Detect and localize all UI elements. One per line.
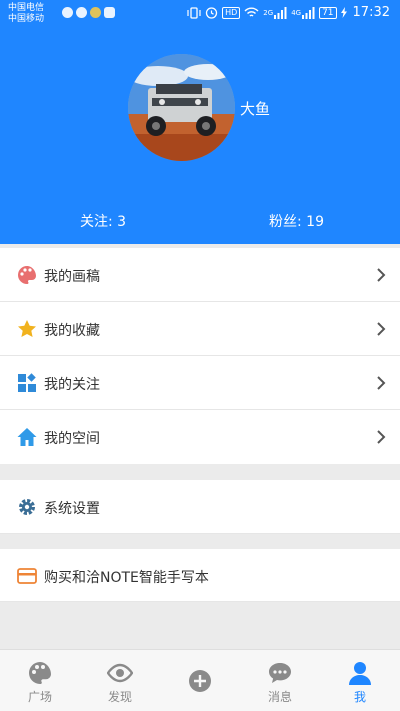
carrier-2: 中国移动: [8, 14, 45, 24]
menu-item-label: 我的关注: [44, 377, 100, 393]
username: 大鱼: [240, 100, 271, 118]
net-2g-label: 2G: [263, 8, 274, 17]
card-icon: [17, 568, 37, 584]
settings-label: 系统设置: [44, 501, 100, 517]
vibrate-icon: [187, 6, 201, 19]
battery-level: 71: [319, 6, 337, 19]
menu-item-following[interactable]: 我的关注: [0, 356, 400, 410]
follow-count[interactable]: 关注: 3: [80, 211, 126, 231]
clock: 17:32: [352, 5, 390, 20]
carrier-info: 中国电信 中国移动: [8, 3, 44, 25]
tab-square[interactable]: 广场: [0, 650, 80, 711]
grid-icon: [18, 373, 36, 392]
palette-icon: [29, 662, 51, 684]
menu-item-label: 我的画稿: [44, 269, 100, 285]
status-bar: 中国电信 中国移动 HD 2G 4G 71 17:32: [0, 0, 400, 28]
tab-label: 广场: [27, 690, 52, 704]
tab-me[interactable]: 我: [320, 650, 400, 711]
avatar-jeep-image: [128, 54, 235, 161]
tv-icon: [104, 7, 115, 18]
charging-icon: [340, 7, 347, 18]
purchase-label: 购买和洽NOTE智能手写本: [44, 570, 209, 586]
alarm-icon: [205, 7, 218, 19]
tab-label: 消息: [267, 690, 292, 704]
wechat-icon: [62, 7, 73, 18]
coin-icon: [90, 7, 101, 18]
tab-label: 发现: [107, 690, 132, 704]
profile-menu: 我的画稿 我的收藏 我的关注 我的空间: [0, 248, 400, 464]
tab-create[interactable]: [160, 650, 240, 711]
notification-icons: [62, 7, 115, 18]
home-icon: [17, 428, 37, 446]
palette-icon: [18, 266, 36, 284]
chevron-right-icon: [377, 322, 386, 336]
menu-item-label: 我的收藏: [44, 323, 100, 339]
profile-header: 中国电信 中国移动 HD 2G 4G 71 17:32 大鱼 关注: 3 粉丝:…: [0, 0, 400, 244]
chevron-right-icon: [377, 376, 386, 390]
purchase-item[interactable]: 购买和洽NOTE智能手写本: [0, 549, 400, 602]
message-icon: [269, 663, 291, 683]
avatar[interactable]: [128, 54, 235, 161]
person-icon: [349, 662, 371, 685]
menu-item-space[interactable]: 我的空间: [0, 410, 400, 464]
bottom-tab-bar: 广场 发现 消息 我: [0, 649, 400, 711]
gear-icon: [19, 499, 35, 515]
menu-item-label: 我的空间: [44, 431, 100, 447]
menu-item-favorites[interactable]: 我的收藏: [0, 302, 400, 356]
chat-bubble-icon: [76, 7, 87, 18]
menu-item-drafts[interactable]: 我的画稿: [0, 248, 400, 302]
tab-discover[interactable]: 发现: [80, 650, 160, 711]
chevron-right-icon: [377, 268, 386, 282]
tab-label: 我: [353, 690, 366, 704]
plus-icon: [189, 670, 211, 692]
tab-messages[interactable]: 消息: [240, 650, 320, 711]
status-right: HD 2G 4G 71 17:32: [187, 5, 390, 20]
star-icon: [18, 320, 36, 337]
fans-count[interactable]: 粉丝: 19: [269, 211, 324, 231]
signal-icon-2: [302, 6, 315, 19]
eye-icon: [107, 663, 133, 683]
net-4g-label: 4G: [291, 8, 302, 17]
hd-badge: HD: [222, 6, 241, 19]
wifi-icon: [244, 7, 259, 17]
chevron-right-icon: [377, 430, 386, 444]
carrier-1: 中国电信: [8, 3, 45, 13]
signal-icon: [274, 6, 287, 19]
settings-item[interactable]: 系统设置: [0, 480, 400, 534]
